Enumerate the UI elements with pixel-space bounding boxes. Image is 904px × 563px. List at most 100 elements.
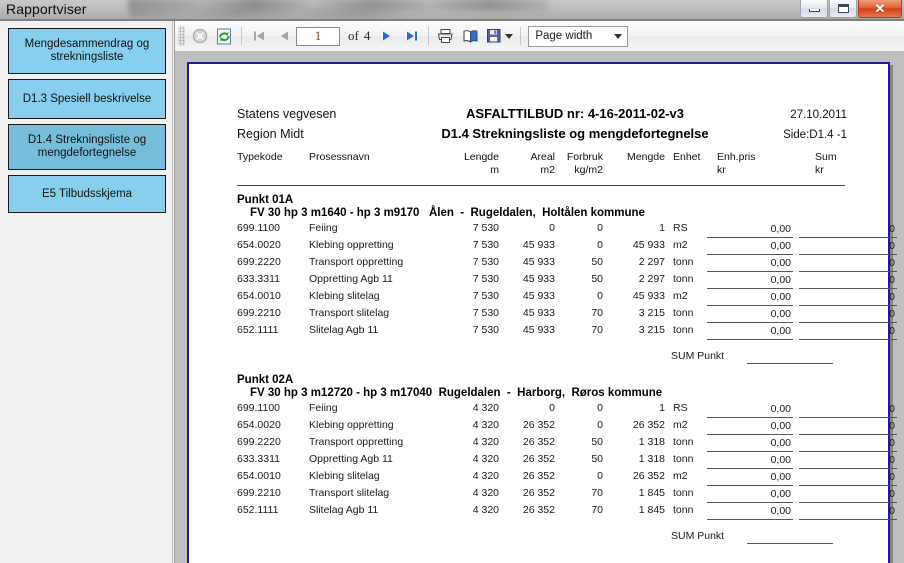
cell-prosessnavn: Transport oppretting	[309, 436, 404, 448]
cell-enhetspris-field[interactable]: 0,00	[707, 239, 793, 255]
sidebar-item-label: D1.4 Strekningsliste og mengdefortegnels…	[27, 134, 147, 159]
print-button[interactable]	[434, 25, 457, 48]
organization-line-1: Statens vegvesen	[237, 107, 337, 121]
block-title: Punkt 02A	[237, 374, 294, 386]
cell-forbruk: 0	[597, 419, 603, 431]
report-title-line-1: ASFALTTILBUD nr: 4-16-2011-02-v3	[466, 106, 684, 121]
table-row: 699.2210 Transport slitelag 7 530 45 933 70 3…	[237, 306, 897, 323]
page-setup-icon	[463, 29, 478, 43]
cell-enhetspris-field[interactable]: 0,00	[707, 290, 793, 306]
cell-sum-field[interactable]: 0	[799, 324, 897, 340]
column-unit-enhpris: kr	[717, 164, 726, 176]
cell-mengde: 2 297	[638, 273, 665, 285]
cell-mengde: 2 297	[638, 256, 665, 268]
sidebar-item-e5-tilbudsskjema[interactable]: E5 Tilbudsskjema	[8, 175, 166, 213]
last-page-button[interactable]	[400, 25, 423, 48]
sidebar-item-d14-strekningsliste[interactable]: D1.4 Strekningsliste og mengdefortegnels…	[8, 124, 166, 170]
table-row: 652.1111 Slitelag Agb 11 4 320 26 352 70 1 84…	[237, 503, 897, 520]
cell-sum-field[interactable]: 0	[799, 470, 897, 486]
cell-forbruk: 50	[591, 453, 603, 465]
previous-page-icon	[280, 31, 288, 41]
cell-prosessnavn: Slitelag Agb 11	[309, 324, 379, 336]
minimize-icon	[808, 9, 820, 12]
cell-typekode: 699.2210	[237, 307, 281, 319]
page-scroll-area[interactable]: Statens vegvesen ASFALTTILBUD nr: 4-16-2…	[175, 52, 904, 563]
cell-enhetspris-field[interactable]: 0,00	[707, 273, 793, 289]
cell-enhetspris-field[interactable]: 0,00	[707, 504, 793, 520]
sidebar: Mengdesammendrag og strekningsliste D1.3…	[0, 21, 173, 563]
cell-lengde: 7 530	[472, 290, 499, 302]
cell-enhetspris-field[interactable]: 0,00	[707, 324, 793, 340]
sum-value-blank[interactable]	[747, 543, 833, 544]
cell-lengde: 4 320	[472, 436, 499, 448]
cell-enhetspris-field[interactable]: 0,00	[707, 307, 793, 323]
cell-enhetspris-field[interactable]: 0,00	[707, 470, 793, 486]
cell-sum-field[interactable]: 0	[799, 256, 897, 272]
column-unit-lengde: m	[490, 164, 499, 176]
cell-lengde: 7 530	[472, 222, 499, 234]
maximize-button[interactable]	[829, 0, 857, 18]
table-body: 699.1100 Feiing 4 320 0 0 1 RS 0,00 0 654.0020 Kle…	[237, 401, 897, 520]
cell-areal: 45 933	[522, 324, 555, 336]
cell-sum-field[interactable]: 0	[799, 487, 897, 503]
cell-sum-field[interactable]: 0	[799, 290, 897, 306]
cell-areal: 26 352	[522, 504, 555, 516]
toolbar-drag-handle[interactable]	[178, 26, 185, 46]
cell-mengde: 1 845	[638, 504, 665, 516]
cell-enhetspris-field[interactable]: 0,00	[707, 419, 793, 435]
cell-mengde: 3 215	[638, 307, 665, 319]
cell-sum-field[interactable]: 0	[799, 436, 897, 452]
block-subtitle: FV 30 hp 3 m12720 - hp 3 m17040 Rugeldal…	[250, 387, 663, 399]
stop-button[interactable]	[188, 25, 211, 48]
refresh-button[interactable]	[213, 25, 236, 48]
next-page-button[interactable]	[375, 25, 398, 48]
cell-typekode: 633.3311	[237, 273, 281, 285]
page-total-label: 4	[363, 28, 371, 43]
close-button[interactable]: ✕	[858, 0, 902, 18]
cell-prosessnavn: Klebing oppretting	[309, 239, 394, 251]
page-setup-button[interactable]	[459, 25, 482, 48]
page-number-input[interactable]	[296, 26, 340, 46]
cell-sum-field[interactable]: 0	[799, 222, 897, 238]
chevron-down-icon	[614, 34, 623, 39]
minimize-button[interactable]	[800, 0, 828, 18]
cell-mengde: 26 352	[632, 419, 665, 431]
cell-enhetspris-field[interactable]: 0,00	[707, 487, 793, 503]
cell-sum-field[interactable]: 0	[799, 402, 897, 418]
table-body: 699.1100 Feiing 7 530 0 0 1 RS 0,00 0 654.0020 Kle…	[237, 221, 897, 340]
cell-mengde: 45 933	[632, 290, 665, 302]
cell-mengde: 1 845	[638, 487, 665, 499]
cell-prosessnavn: Transport slitelag	[309, 307, 390, 319]
zoom-level-select[interactable]: Page width	[528, 25, 629, 47]
maximize-icon	[837, 4, 849, 13]
cell-typekode: 699.1100	[237, 222, 281, 234]
previous-page-button[interactable]	[272, 25, 295, 48]
zoom-level-value: Page width	[535, 30, 593, 42]
cell-sum-field[interactable]: 0	[799, 504, 897, 520]
cell-enhetspris-field[interactable]: 0,00	[707, 256, 793, 272]
cell-sum-field[interactable]: 0	[799, 273, 897, 289]
cell-typekode: 652.1111	[237, 324, 279, 336]
cell-sum-field[interactable]: 0	[799, 419, 897, 435]
sum-value-blank[interactable]	[747, 363, 833, 364]
block-sum-row: SUM Punkt	[237, 350, 847, 368]
table-row: 633.3311 Oppretting Agb 11 4 320 26 352 50 1 …	[237, 452, 897, 469]
cell-enhetspris-field[interactable]: 0,00	[707, 453, 793, 469]
cell-areal: 26 352	[522, 470, 555, 482]
cell-enhetspris-field[interactable]: 0,00	[707, 222, 793, 238]
sidebar-item-d13-spesiell-beskrivelse[interactable]: D1.3 Spesiell beskrivelse	[8, 79, 166, 119]
cell-enhetspris-field[interactable]: 0,00	[707, 402, 793, 418]
cell-sum-field[interactable]: 0	[799, 239, 897, 255]
cell-sum-field[interactable]: 0	[799, 307, 897, 323]
export-button[interactable]	[484, 25, 515, 48]
cell-enhetspris-field[interactable]: 0,00	[707, 436, 793, 452]
column-header-lengde: Lengde	[463, 151, 499, 163]
stop-icon	[192, 28, 207, 44]
first-page-button[interactable]	[247, 25, 270, 48]
sidebar-item-mengdesammendrag[interactable]: Mengdesammendrag og strekningsliste	[8, 28, 166, 74]
column-unit-sum: kr	[815, 164, 824, 176]
cell-sum-field[interactable]: 0	[799, 453, 897, 469]
page-of-label: of	[348, 28, 359, 43]
cell-typekode: 699.2220	[237, 256, 281, 268]
cell-forbruk: 70	[591, 504, 603, 516]
